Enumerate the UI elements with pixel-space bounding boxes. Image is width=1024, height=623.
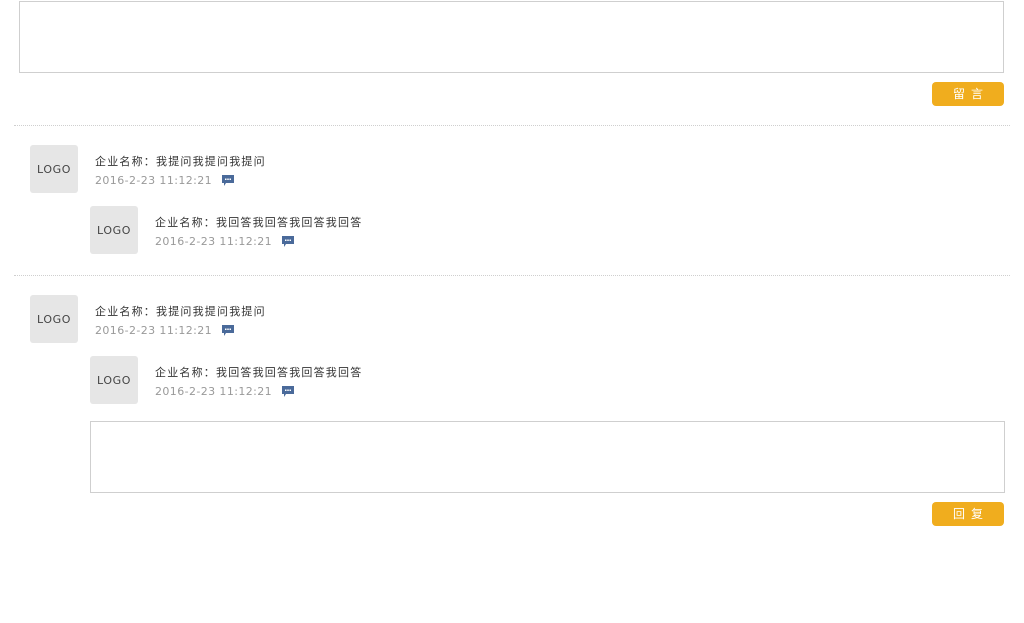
company-logo: LOGO bbox=[90, 356, 138, 404]
message-input[interactable] bbox=[19, 1, 1004, 73]
timestamp: 2016-2-23 11:12:21 bbox=[95, 174, 213, 187]
company-label: 企业名称： bbox=[155, 216, 216, 229]
timestamp: 2016-2-23 11:12:21 bbox=[155, 385, 273, 398]
timestamp: 2016-2-23 11:12:21 bbox=[95, 324, 213, 337]
company-label: 企业名称： bbox=[95, 155, 156, 168]
question-text: 我提问我提问我提问 bbox=[156, 155, 266, 168]
question-item: LOGO 企业名称：我提问我提问我提问 2016-2-23 11:12:21 bbox=[30, 145, 630, 193]
chat-bubble-icon[interactable] bbox=[282, 236, 295, 247]
company-label: 企业名称： bbox=[155, 366, 216, 379]
chat-bubble-icon[interactable] bbox=[222, 325, 235, 336]
answer-item: LOGO 企业名称：我回答我回答我回答我回答 2016-2-23 11:12:2… bbox=[90, 356, 690, 404]
reply-input[interactable] bbox=[90, 421, 1005, 493]
answer-text: 我回答我回答我回答我回答 bbox=[216, 216, 363, 229]
question-item: LOGO 企业名称：我提问我提问我提问 2016-2-23 11:12:21 bbox=[30, 295, 630, 343]
answer-item: LOGO 企业名称：我回答我回答我回答我回答 2016-2-23 11:12:2… bbox=[90, 206, 690, 254]
answer-text: 我回答我回答我回答我回答 bbox=[216, 366, 363, 379]
chat-bubble-icon[interactable] bbox=[222, 175, 235, 186]
company-logo: LOGO bbox=[30, 145, 78, 193]
divider bbox=[14, 275, 1010, 276]
company-logo: LOGO bbox=[90, 206, 138, 254]
company-logo: LOGO bbox=[30, 295, 78, 343]
leave-message-button[interactable]: 留言 bbox=[932, 82, 1004, 106]
timestamp: 2016-2-23 11:12:21 bbox=[155, 235, 273, 248]
question-text: 我提问我提问我提问 bbox=[156, 305, 266, 318]
reply-button[interactable]: 回复 bbox=[932, 502, 1004, 526]
divider bbox=[14, 125, 1010, 126]
company-label: 企业名称： bbox=[95, 305, 156, 318]
chat-bubble-icon[interactable] bbox=[282, 386, 295, 397]
